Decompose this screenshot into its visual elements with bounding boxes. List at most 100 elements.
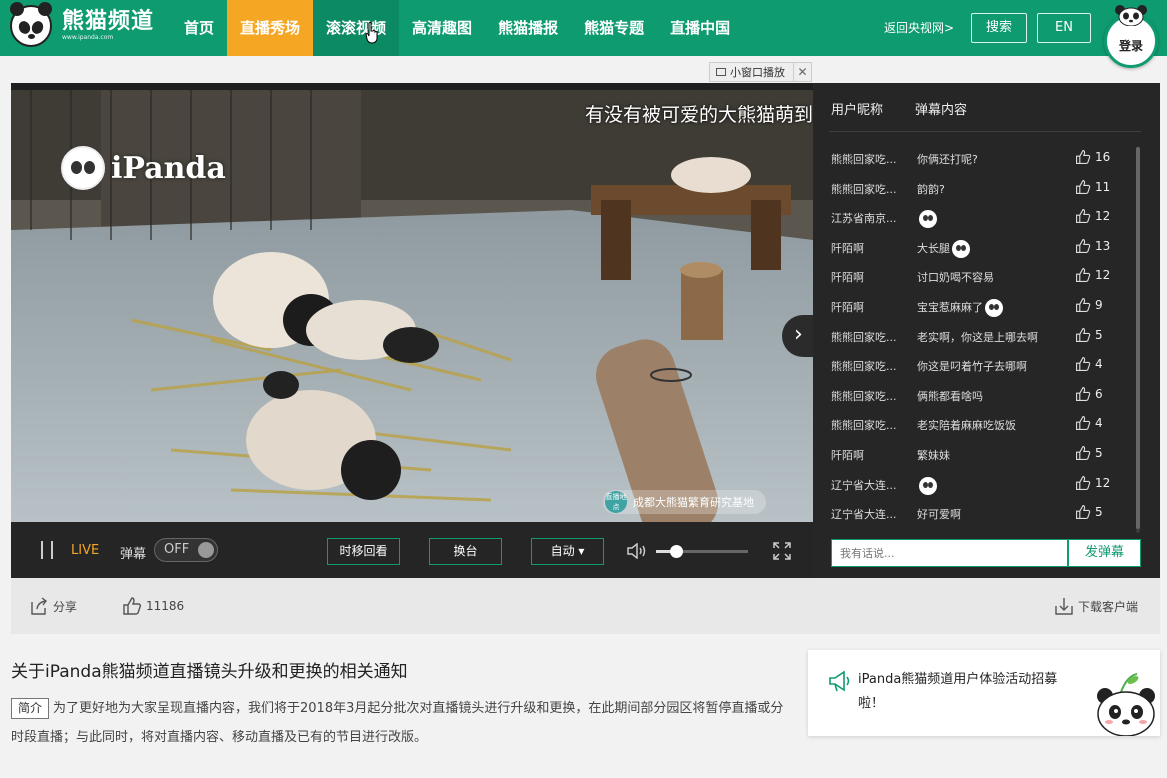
danmu-like-button[interactable]: 9 [1075,297,1103,313]
danmu-text: 大长腿 [917,241,950,255]
danmu-toggle[interactable]: OFF [154,538,218,562]
thumbs-up-icon [1076,179,1091,194]
column-header-username: 用户昵称 [831,103,884,118]
volume-icon[interactable] [627,543,647,559]
volume-knob[interactable] [670,545,684,558]
nav-item-videos[interactable]: 滚滚视频 [313,0,400,56]
nav-item-panda-news[interactable]: 熊猫播报 [485,0,571,56]
ipanda-watermark: iPanda [61,146,226,190]
article-title: 关于iPanda熊猫频道直播镜头升级和更换的相关通知 [11,662,408,682]
danmu-like-count: 4 [1095,416,1103,431]
danmu-label: 弹幕 [120,547,147,562]
panda-emoji-icon [919,210,937,229]
danmu-like-button[interactable]: 4 [1075,356,1103,372]
promo-text: iPanda熊猫频道用户体验活动招募啦！ [858,672,1058,711]
fullscreen-icon[interactable] [773,542,791,560]
danmu-text: 你俩还打呢? [917,153,978,166]
thumbs-up-icon [1076,238,1091,253]
intro-tag: 简介 [11,698,50,719]
panda-mascot-icon [1115,5,1147,26]
danmu-row: 阡陌啊 繁妹妹 5 [813,439,1143,469]
small-window-play-bar[interactable]: 小窗口播放 ✕ [709,62,812,82]
panda-emoji-icon [985,298,1003,317]
download-label: 下载客户端 [1078,599,1139,614]
danmu-row: 辽宁省大连... 12 [813,469,1143,499]
volume-slider[interactable] [656,545,748,558]
danmu-like-button[interactable]: 5 [1075,445,1103,461]
nav-item-live-show[interactable]: 直播秀场 [227,0,314,56]
danmu-text: 俩熊都看啥吗 [917,389,983,403]
thumbs-up-icon [1076,475,1091,490]
share-button[interactable]: 分享 [29,596,77,616]
danmu-like-button[interactable]: 12 [1075,267,1110,283]
video-caption: 有没有被可爱的大熊猫萌到 [584,104,813,126]
danmu-like-count: 12 [1095,268,1111,283]
download-client-button[interactable]: 下载客户端 [1054,596,1138,616]
main-menu: 首页 直播秀场 滚滚视频 高清趣图 熊猫播报 熊猫专题 直播中国 [171,0,743,56]
danmu-message: 老实啊，你这是上哪去啊 [917,329,1038,345]
watermark-text: iPanda [111,150,226,186]
like-count: 11186 [146,599,185,613]
hand-cursor-icon [365,22,378,44]
danmu-like-count: 5 [1095,505,1103,520]
back-to-cctv-link[interactable]: 返回央视网> [884,19,954,36]
danmu-message [917,210,937,229]
danmu-message: 韵韵? [917,181,945,197]
danmu-username: 熊熊回家吃... [831,153,897,166]
close-icon[interactable]: ✕ [793,63,811,81]
pause-icon[interactable] [41,541,53,559]
nav-item-live-china[interactable]: 直播中国 [657,0,743,56]
danmu-like-button[interactable]: 6 [1075,386,1103,402]
login-button[interactable]: 登录 [1104,4,1160,70]
megaphone-icon [829,670,850,692]
search-button[interactable]: 搜索 [971,13,1027,43]
danmu-text: 宝宝惹麻麻了 [917,300,983,314]
login-label: 登录 [1118,39,1143,53]
column-header-content: 弹幕内容 [915,103,968,118]
danmu-message: 繁妹妹 [917,447,950,463]
danmu-like-button[interactable]: 13 [1075,238,1110,254]
like-button[interactable]: 11186 [122,596,184,616]
site-logo[interactable]: 熊猫频道 www.ipanda.com [10,2,154,47]
danmu-input[interactable] [831,539,1068,567]
nav-item-hd-pictures[interactable]: 高清趣图 [399,0,485,56]
live-indicator: LIVE [71,543,100,558]
promo-banner[interactable]: iPanda熊猫频道用户体验活动招募啦！ [808,650,1160,736]
location-pin-icon: 直播地点 [605,491,627,513]
nav-item-panda-topics[interactable]: 熊猫专题 [571,0,657,56]
danmu-username: 熊熊回家吃... [831,330,897,344]
thumbs-up-icon [123,597,142,615]
danmu-like-button[interactable]: 16 [1075,149,1110,165]
thumbs-up-icon [1076,327,1091,342]
danmu-username: 阡陌啊 [831,271,864,285]
video-area[interactable]: 有没有被可爱的大熊猫萌到 iPanda 直播地点 成都大熊猫繁育研究基地 › [11,90,813,522]
danmu-like-button[interactable]: 5 [1075,504,1103,520]
thumbs-up-icon [1076,298,1091,312]
danmu-like-button[interactable]: 5 [1075,327,1103,343]
live-player: 有没有被可爱的大熊猫萌到 iPanda 直播地点 成都大熊猫繁育研究基地 › L… [11,83,1160,578]
danmu-like-button[interactable]: 12 [1075,475,1110,491]
timeshift-button[interactable]: 时移回看 [327,538,400,565]
danmu-message: 俩熊都看啥吗 [917,388,983,404]
intro-text: 为了更好地为大家呈现直播内容，我们将于2018年3月起分批次对直播镜头进行升级和… [11,701,784,745]
share-icon [31,597,47,615]
live-location-badge: 直播地点 成都大熊猫繁育研究基地 [603,490,766,514]
danmu-like-count: 12 [1095,209,1111,224]
danmu-like-count: 5 [1095,445,1103,460]
danmu-like-button[interactable]: 4 [1075,415,1103,431]
player-controls: LIVE 弹幕 OFF 时移回看 换台 自动 ▾ [11,522,813,578]
send-danmu-button[interactable]: 发弹幕 [1068,539,1141,567]
danmu-like-button[interactable]: 11 [1075,179,1110,195]
thumbs-up-icon [1076,505,1091,520]
danmu-row: 熊熊回家吃... 老实陪着麻麻吃饭饭 4 [813,409,1143,439]
switch-channel-button[interactable]: 换台 [429,538,502,565]
thumbs-up-icon [1076,268,1091,283]
danmu-username: 熊熊回家吃... [831,360,897,374]
danmu-like-button[interactable]: 12 [1075,208,1110,224]
thumbs-up-icon [1076,445,1091,460]
share-label: 分享 [53,599,78,614]
quality-select[interactable]: 自动 ▾ [531,538,604,565]
nav-item-home[interactable]: 首页 [171,0,227,56]
chat-scrollbar[interactable] [1136,147,1140,533]
language-button[interactable]: EN [1037,13,1091,43]
